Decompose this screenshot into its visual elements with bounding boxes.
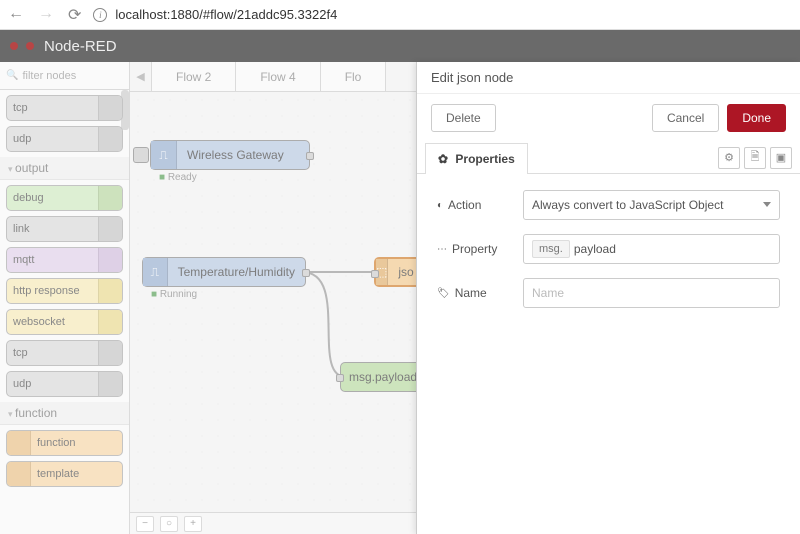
properties-form: ◐ Action Always convert to JavaScript Obj… [417,174,800,338]
description-icon-button[interactable]: 🗎 [744,147,766,169]
palette-node-label: template [31,468,85,480]
appearance-icon-button[interactable]: ▣ [770,147,792,169]
app-title: Node-RED [44,38,117,55]
settings-icon-button[interactable]: ⚙ [718,147,740,169]
palette-node[interactable]: link [6,216,123,242]
property-icon: ⋯ [437,244,447,255]
info-icon[interactable]: i [93,8,107,22]
tag-icon: 🏷 [437,288,450,299]
browser-toolbar: ← → ⟳ i localhost:1880/#flow/21addc95.33… [0,0,800,30]
reload-icon[interactable]: ⟳ [68,5,81,25]
tab-flow-partial[interactable]: Flo [321,62,387,91]
sensor-icon: ⎍ [143,258,168,286]
palette-node-label: udp [7,378,37,390]
node-type-icon [7,462,31,486]
palette-node-label: mqtt [7,254,40,266]
palette-node-label: debug [7,192,50,204]
tab-scroll-left-icon[interactable]: ◀ [130,62,152,91]
palette-node[interactable]: websocket [6,309,123,335]
node-type-icon [98,248,122,272]
property-value-input[interactable] [574,242,771,256]
done-button[interactable]: Done [727,104,786,132]
name-input[interactable] [523,278,780,308]
wireless-icon: ⎍ [151,141,177,169]
zoom-reset-button[interactable]: ○ [160,516,178,532]
node-status: Ready [159,172,197,183]
category-function[interactable]: function [0,402,129,425]
palette-node-label: function [31,437,82,449]
node-type-icon [98,186,122,210]
palette-node[interactable]: template [6,461,123,487]
palette-node[interactable]: udp [6,371,123,397]
node-status: Running [151,289,197,300]
cancel-button[interactable]: Cancel [652,104,719,132]
palette-node[interactable]: debug [6,185,123,211]
node-temperature-humidity[interactable]: ⎍ Temperature/Humidity Running [142,257,306,287]
palette-node-label: tcp [7,102,34,114]
tab-flow-4[interactable]: Flow 4 [236,62,320,91]
action-select[interactable]: Always convert to JavaScript Object [523,190,780,220]
node-label: Wireless Gateway [177,148,294,162]
node-type-icon [98,217,122,241]
delete-button[interactable]: Delete [431,104,496,132]
tab-label: Properties [455,152,514,166]
zoom-out-button[interactable]: − [136,516,154,532]
zoom-in-button[interactable]: + [184,516,202,532]
node-label: msg.payload [341,370,427,384]
node-type-icon [98,372,122,396]
palette-sidebar: filter nodes tcp udp output debug link mqtt… [0,62,130,534]
node-red-logo-icon [10,39,34,53]
palette-node[interactable]: mqtt [6,247,123,273]
gear-icon: ✿ [438,152,448,166]
node-type-icon [98,96,122,120]
palette-node-label: websocket [7,316,71,328]
tab-properties[interactable]: ✿ Properties [425,143,528,174]
node-type-icon [98,127,122,151]
output-port[interactable] [306,152,314,160]
property-prefix[interactable]: msg. [532,240,570,258]
palette-node[interactable]: tcp [6,340,123,366]
palette-node[interactable]: tcp [6,95,123,121]
edit-node-panel: Edit json node Delete Cancel Done ✿ Prop… [416,62,800,534]
name-label: Name [455,286,487,300]
node-type-icon [7,431,31,455]
action-label: Action [448,198,481,212]
node-label: Temperature/Humidity [168,265,305,279]
palette-node[interactable]: http response [6,278,123,304]
node-wireless-gateway[interactable]: ⎍ Wireless Gateway Ready [150,140,310,170]
action-icon: ◐ [437,200,443,211]
palette-node[interactable]: udp [6,126,123,152]
node-type-icon [98,341,122,365]
palette-filter-input[interactable]: filter nodes [0,62,129,90]
palette-node-label: udp [7,133,37,145]
palette-node-label: http response [7,285,86,297]
output-port[interactable] [302,269,310,277]
input-port[interactable] [371,270,379,278]
node-type-icon [98,279,122,303]
inject-button[interactable] [133,147,149,163]
palette-node[interactable]: function [6,430,123,456]
tab-flow-2[interactable]: Flow 2 [152,62,236,91]
palette-node-label: tcp [7,347,34,359]
property-input[interactable]: msg. [523,234,780,264]
edit-panel-title: Edit json node [417,62,800,94]
node-type-icon [98,310,122,334]
url-text[interactable]: localhost:1880/#flow/21addc95.3322f4 [115,7,337,22]
palette-node-label: link [7,223,36,235]
app-header: Node-RED [0,30,800,62]
forward-icon[interactable]: → [38,5,54,25]
category-output[interactable]: output [0,157,129,180]
input-port[interactable] [336,374,344,382]
property-label: Property [452,242,497,256]
back-icon[interactable]: ← [8,5,24,25]
